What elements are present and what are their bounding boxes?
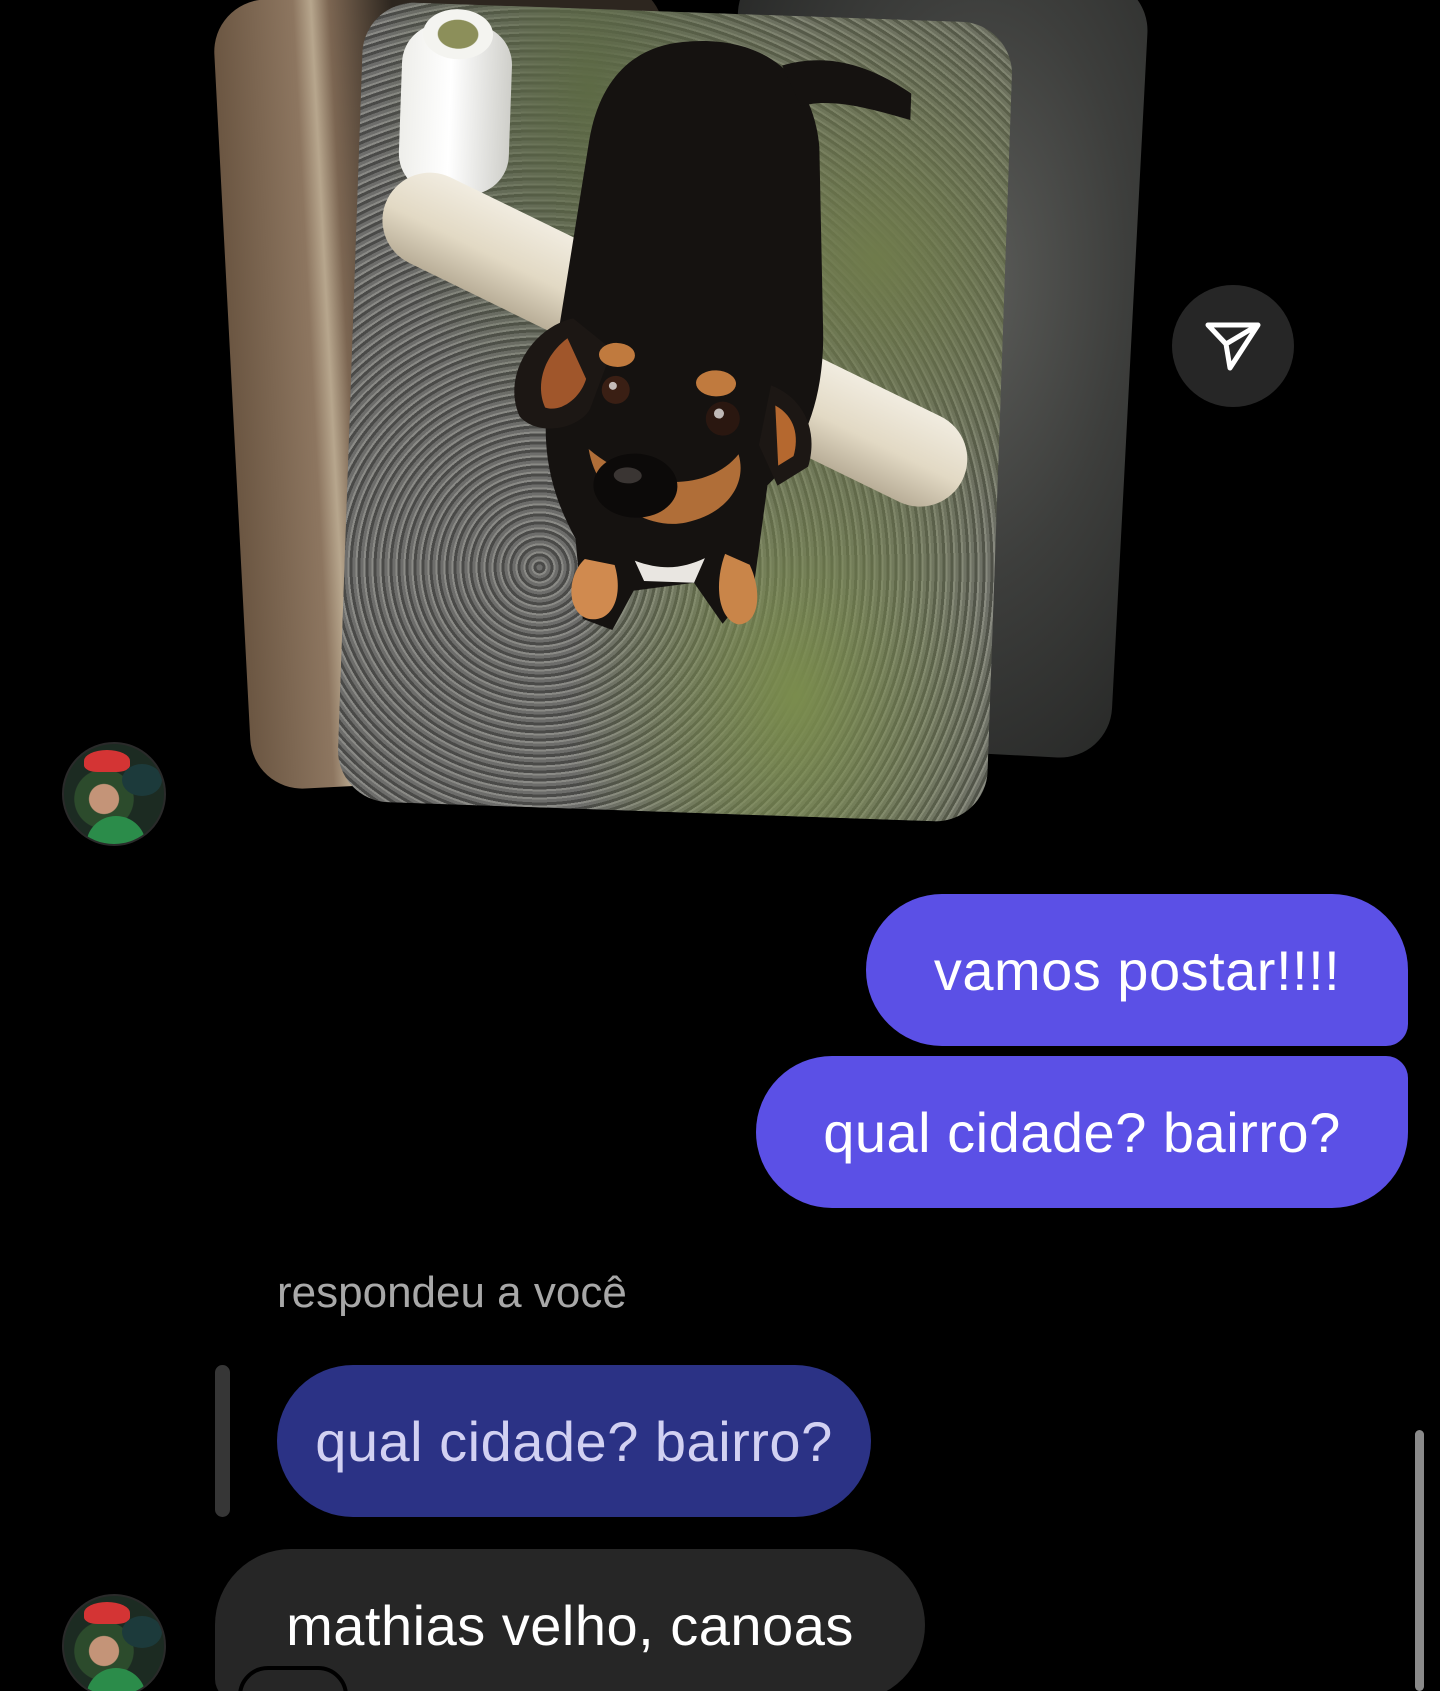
avatar[interactable] bbox=[62, 742, 166, 846]
avatar-cap-dark bbox=[122, 1616, 162, 1648]
scrollbar[interactable] bbox=[1415, 1430, 1424, 1691]
avatar-shirt bbox=[86, 816, 146, 844]
avatar-cap-dark bbox=[122, 764, 162, 796]
reaction-chip[interactable] bbox=[238, 1666, 348, 1691]
avatar[interactable] bbox=[62, 1594, 166, 1691]
sent-message[interactable]: qual cidade? bairro? bbox=[756, 1056, 1408, 1208]
share-button[interactable] bbox=[1172, 285, 1294, 407]
avatar-cap-red bbox=[84, 750, 130, 772]
dog-image bbox=[514, 41, 914, 630]
paper-plane-icon bbox=[1205, 322, 1261, 371]
quoted-message[interactable]: qual cidade? bairro? bbox=[277, 1365, 871, 1517]
avatar-cap-red bbox=[84, 1602, 130, 1624]
carousel-card-dog-photo[interactable] bbox=[336, 0, 1014, 824]
reply-label: respondeu a você bbox=[277, 1268, 627, 1317]
sent-message[interactable]: vamos postar!!!! bbox=[866, 894, 1408, 1046]
avatar-shirt bbox=[86, 1668, 146, 1691]
reply-indicator-bar bbox=[215, 1365, 230, 1517]
